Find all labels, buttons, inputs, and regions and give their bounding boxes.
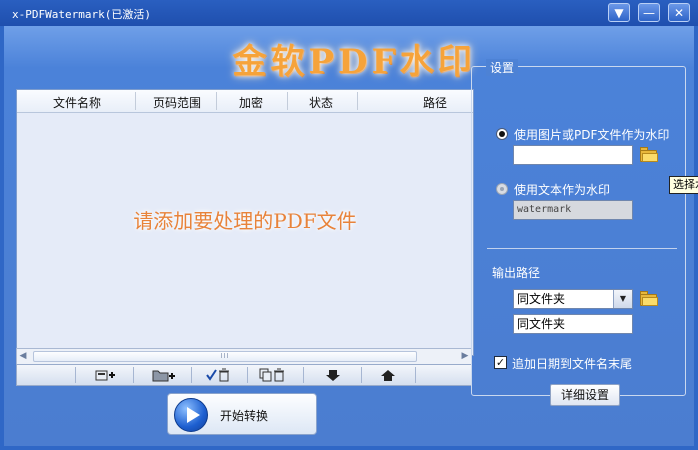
output-path-input[interactable]: 同文件夹 — [513, 314, 633, 334]
settings-divider — [487, 248, 677, 249]
watermark-text-input[interactable]: watermark — [513, 200, 633, 220]
remove-checked-icon[interactable] — [205, 366, 229, 384]
remove-all-icon[interactable] — [257, 366, 284, 384]
image-watermark-label[interactable]: 使用图片或PDF文件作为水印 — [514, 126, 669, 143]
column-header-filename[interactable]: 文件名称 — [53, 94, 101, 111]
column-divider[interactable] — [287, 92, 288, 110]
close-button[interactable]: ✕ — [668, 3, 690, 22]
minimize-button[interactable]: — — [638, 3, 660, 22]
empty-list-hint: 请添加要处理的PDF文件 — [133, 209, 357, 233]
file-list-header: 文件名称 页码范围 加密 状态 路径 — [17, 90, 473, 113]
append-date-checkbox[interactable]: ✓ — [494, 356, 507, 369]
move-up-icon[interactable] — [376, 366, 400, 384]
settings-group — [471, 66, 686, 396]
toolbar-divider — [361, 367, 362, 383]
column-header-status[interactable]: 状态 — [309, 94, 333, 111]
toolbar-divider — [415, 367, 416, 383]
browse-tooltip: 选择水印文 — [669, 176, 698, 194]
output-path-combo-value: 同文件夹 — [517, 292, 566, 306]
horizontal-scrollbar[interactable]: ◀ III ▶ — [16, 348, 472, 365]
text-watermark-label[interactable]: 使用文本作为水印 — [514, 181, 610, 198]
browse-image-folder-icon[interactable] — [639, 146, 659, 164]
toolbar-divider — [191, 367, 192, 383]
toolbar-divider — [247, 367, 248, 383]
output-path-combo[interactable]: 同文件夹 ▼ — [513, 289, 633, 309]
column-divider[interactable] — [216, 92, 217, 110]
chevron-down-icon[interactable]: ▼ — [613, 290, 632, 308]
play-icon — [174, 398, 208, 432]
image-path-input[interactable] — [513, 145, 633, 165]
toolbar-divider — [133, 367, 134, 383]
toolbar-divider — [75, 367, 76, 383]
image-watermark-radio[interactable] — [496, 128, 508, 140]
output-path-label: 输出路径 — [492, 266, 541, 280]
append-date-label[interactable]: 追加日期到文件名末尾 — [512, 355, 632, 372]
details-settings-button[interactable]: 详细设置 — [550, 384, 620, 406]
window-title: x-PDFWatermark(已激活) — [12, 8, 151, 21]
brand-title: 金软PDF水印 — [232, 42, 476, 82]
column-header-encrypt[interactable]: 加密 — [239, 94, 263, 111]
column-divider[interactable] — [135, 92, 136, 110]
text-watermark-radio[interactable] — [496, 183, 508, 195]
settings-title: 设置 — [486, 59, 519, 76]
title-bar: x-PDFWatermark(已激活) ▼ — ✕ — [0, 0, 698, 26]
file-list[interactable]: 文件名称 页码范围 加密 状态 路径 请添加要处理的PDF文件 — [16, 89, 474, 356]
add-file-icon[interactable] — [93, 366, 117, 384]
column-header-path[interactable]: 路径 — [423, 94, 447, 111]
scroll-left-icon[interactable]: ◀ — [18, 351, 28, 361]
start-convert-button[interactable]: 开始转换 — [167, 393, 317, 435]
move-down-icon[interactable] — [321, 366, 345, 384]
file-toolbar — [16, 364, 472, 386]
scroll-right-icon[interactable]: ▶ — [460, 351, 470, 361]
add-folder-icon[interactable] — [151, 366, 175, 384]
column-divider[interactable] — [357, 92, 358, 110]
scrollbar-thumb[interactable]: III — [33, 351, 417, 362]
menu-button[interactable]: ▼ — [608, 3, 630, 22]
start-convert-label: 开始转换 — [220, 409, 269, 423]
toolbar-divider — [303, 367, 304, 383]
browse-output-folder-icon[interactable] — [639, 290, 659, 308]
column-header-page-range[interactable]: 页码范围 — [153, 94, 201, 111]
